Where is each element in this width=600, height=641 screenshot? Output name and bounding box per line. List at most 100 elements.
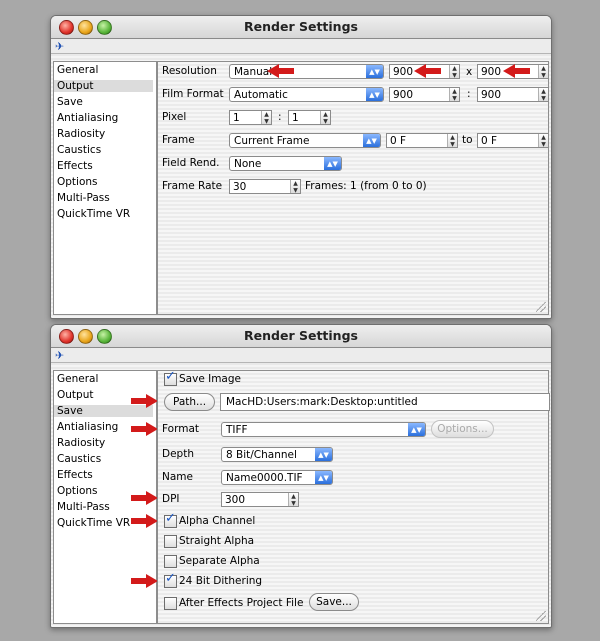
pixel-ratio-a-field[interactable]: 1 ▲ ▼ [229, 110, 272, 125]
frame-from-value: 0 F [390, 135, 407, 147]
field-rend-select[interactable]: None ▲▼ [229, 156, 342, 171]
path-field[interactable]: MacHD:Users:mark:Desktop:untitled [220, 393, 550, 411]
alpha-channel-checkbox[interactable]: ✓ [164, 511, 177, 528]
sidebar-item-multi-pass[interactable]: Multi-Pass [57, 501, 110, 513]
frame-to-value: 0 F [481, 135, 498, 147]
depth-select[interactable]: 8 Bit/Channel ▲▼ [221, 447, 333, 462]
sidebar-item-options[interactable]: Options [57, 176, 98, 188]
resolution-label: Resolution [162, 65, 217, 77]
sidebar-item-caustics[interactable]: Caustics [57, 453, 101, 465]
pixel-ratio-b-value: 1 [292, 112, 299, 124]
pixel-ratio-b-field[interactable]: 1 ▲ ▼ [288, 110, 331, 125]
stepper-icon[interactable]: ▲ ▼ [290, 180, 300, 194]
stepper-icon[interactable]: ▲ ▼ [538, 88, 548, 102]
red-arrow-icon [131, 574, 159, 588]
render-settings-window-output: Render Settings ✈ General Output Save An… [50, 15, 552, 319]
frames-summary: Frames: 1 (from 0 to 0) [305, 180, 427, 192]
red-arrow-icon [502, 64, 530, 78]
sidebar-item-general[interactable]: General [57, 64, 98, 76]
film-width-value: 900 [393, 89, 414, 101]
sidebar-item-quicktime-vr[interactable]: QuickTime VR [57, 517, 130, 529]
sidebar-item-quicktime-vr[interactable]: QuickTime VR [57, 208, 130, 220]
chevron-updown-icon: ▲▼ [315, 448, 332, 461]
resolution-select[interactable]: Manual ▲▼ [229, 64, 384, 79]
stepper-icon[interactable]: ▲ ▼ [449, 65, 459, 79]
sidebar-item-effects[interactable]: Effects [57, 469, 93, 481]
title-bar[interactable]: Render Settings [51, 16, 551, 39]
sidebar-item-effects[interactable]: Effects [57, 160, 93, 172]
resolution-height-value: 900 [481, 66, 502, 78]
dpi-value: 300 [225, 494, 246, 506]
options-button[interactable]: Options... [431, 420, 494, 438]
stepper-icon[interactable]: ▲ ▼ [538, 134, 548, 148]
stepper-icon[interactable]: ▲ ▼ [288, 493, 298, 507]
stepper-icon[interactable]: ▲ ▼ [538, 65, 548, 79]
frame-rate-field[interactable]: 30 ▲ ▼ [229, 179, 301, 194]
resolution-width-value: 900 [393, 66, 414, 78]
window-title: Render Settings [244, 19, 358, 34]
save-panel: ✓ Save Image Path... MacHD:Users:mark:De… [157, 369, 550, 624]
film-format-select[interactable]: Automatic ▲▼ [229, 87, 384, 102]
chevron-updown-icon: ▲▼ [408, 423, 425, 436]
path-button[interactable]: Path... [164, 393, 215, 411]
title-bar[interactable]: Render Settings [51, 325, 551, 348]
after-effects-checkbox[interactable] [164, 597, 177, 610]
sidebar-item-general[interactable]: General [57, 373, 98, 385]
separate-alpha-label: Separate Alpha [179, 555, 260, 567]
dithering-checkbox[interactable]: ✓ [164, 571, 177, 588]
name-label: Name [162, 471, 193, 483]
red-arrow-icon [131, 491, 159, 505]
render-settings-window-save: Render Settings ✈ General Output Save An… [50, 324, 552, 628]
red-arrow-icon [131, 514, 159, 528]
pixel-separator: : [278, 111, 282, 123]
frame-from-field[interactable]: 0 F ▲ ▼ [386, 133, 458, 148]
sidebar-item-radiosity[interactable]: Radiosity [57, 437, 105, 449]
save-image-checkbox[interactable]: ✓ [164, 369, 177, 386]
toolbar: ✈ [51, 39, 551, 54]
sidebar-item-antialiasing[interactable]: Antialiasing [57, 421, 118, 433]
stepper-icon[interactable]: ▲ ▼ [261, 111, 271, 125]
straight-alpha-checkbox[interactable] [164, 535, 177, 548]
sidebar-item-multi-pass[interactable]: Multi-Pass [57, 192, 110, 204]
dpi-label: DPI [162, 493, 180, 505]
sidebar-item-antialiasing[interactable]: Antialiasing [57, 112, 118, 124]
frame-to-field[interactable]: 0 F ▲ ▼ [477, 133, 549, 148]
frame-select[interactable]: Current Frame ▲▼ [229, 133, 381, 148]
sidebar-item-options[interactable]: Options [57, 485, 98, 497]
format-select[interactable]: TIFF ▲▼ [221, 422, 426, 437]
stepper-icon[interactable]: ▲ ▼ [447, 134, 457, 148]
dpi-field[interactable]: 300 ▲ ▼ [221, 492, 299, 507]
separate-alpha-checkbox[interactable] [164, 555, 177, 568]
film-height-value: 900 [481, 89, 502, 101]
film-height-field[interactable]: 900 ▲ ▼ [477, 87, 549, 102]
frame-value: Current Frame [234, 135, 310, 147]
frame-rate-value: 30 [233, 181, 247, 193]
film-separator: : [467, 88, 471, 100]
sidebar-item-output[interactable]: Output [57, 389, 93, 401]
name-select[interactable]: Name0000.TIF ▲▼ [221, 470, 333, 485]
red-arrow-icon [131, 422, 159, 436]
field-rend-value: None [234, 158, 262, 170]
resize-grip-icon[interactable] [536, 611, 546, 621]
resize-grip-icon[interactable] [536, 302, 546, 312]
checkmark-icon: ✓ [165, 571, 176, 586]
pixel-ratio-a-value: 1 [233, 112, 240, 124]
pin-icon[interactable]: ✈ [55, 349, 64, 362]
film-width-field[interactable]: 900 ▲ ▼ [389, 87, 460, 102]
sidebar-item-save[interactable]: Save [57, 96, 83, 108]
toolbar: ✈ [51, 348, 551, 363]
sidebar-item-radiosity[interactable]: Radiosity [57, 128, 105, 140]
stepper-icon[interactable]: ▲ ▼ [320, 111, 330, 125]
format-label: Format [162, 423, 200, 435]
path-value: MacHD:Users:mark:Desktop:untitled [226, 396, 418, 408]
chevron-updown-icon: ▲▼ [366, 88, 383, 101]
window-title: Render Settings [244, 328, 358, 343]
stepper-icon[interactable]: ▲ ▼ [449, 88, 459, 102]
chevron-updown-icon: ▲▼ [324, 157, 341, 170]
checkmark-icon: ✓ [165, 511, 176, 526]
sidebar-item-caustics[interactable]: Caustics [57, 144, 101, 156]
save-project-button[interactable]: Save... [309, 593, 359, 611]
sidebar-item-output[interactable]: Output [54, 80, 153, 92]
pin-icon[interactable]: ✈ [55, 40, 64, 53]
alpha-channel-label: Alpha Channel [179, 515, 256, 527]
